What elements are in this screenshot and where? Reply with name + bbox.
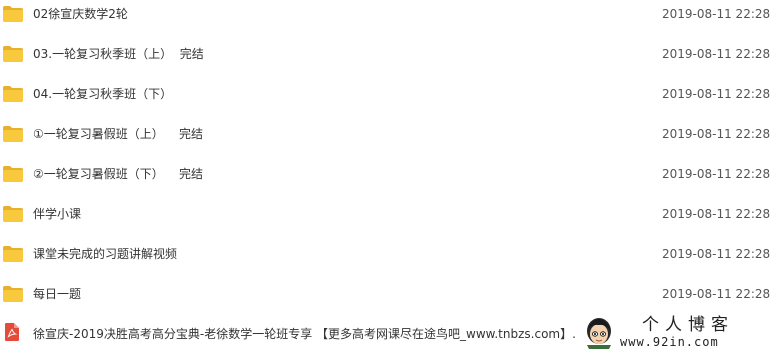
modified-date: 2019-08-11 22:28 [662, 207, 771, 221]
watermark-url: www.92in.com [620, 335, 719, 349]
file-row[interactable]: 04.一轮复习秋季班（下） 2019-08-11 22:28 [0, 80, 775, 120]
modified-date: 2019-08-11 22:28 [662, 167, 771, 181]
folder-icon [3, 86, 23, 102]
file-row[interactable]: ②一轮复习暑假班（下） 完结 2019-08-11 22:28 [0, 160, 775, 200]
folder-icon [3, 166, 23, 182]
pdf-icon [5, 323, 19, 341]
folder-icon [3, 126, 23, 142]
file-row[interactable]: 每日一题 2019-08-11 22:28 [0, 280, 775, 320]
file-name[interactable]: 课堂未完成的习题讲解视频 [33, 247, 177, 261]
file-name[interactable]: ①一轮复习暑假班（上） 完结 [33, 127, 203, 141]
cartoon-avatar-icon [587, 318, 611, 349]
file-name[interactable]: ②一轮复习暑假班（下） 完结 [33, 167, 203, 181]
folder-icon [3, 46, 23, 62]
modified-date: 2019-08-11 22:28 [662, 247, 771, 261]
modified-date: 2019-08-11 22:28 [662, 7, 771, 21]
watermark: 个人博客 www.92in.com [582, 315, 775, 354]
file-row[interactable]: 伴学小课 2019-08-11 22:28 [0, 200, 775, 240]
watermark-title: 个人博客 [642, 315, 734, 335]
file-row[interactable]: ①一轮复习暑假班（上） 完结 2019-08-11 22:28 [0, 120, 775, 160]
modified-date: 2019-08-11 22:28 [662, 87, 771, 101]
file-list: 02徐宣庆数学2轮 2019-08-11 22:28 03.一轮复习秋季班（上）… [0, 0, 775, 360]
modified-date: 2019-08-11 22:28 [662, 287, 771, 301]
file-row[interactable]: 02徐宣庆数学2轮 2019-08-11 22:28 [0, 0, 775, 40]
folder-icon [3, 246, 23, 262]
folder-icon [3, 206, 23, 222]
file-name[interactable]: 04.一轮复习秋季班（下） [33, 87, 172, 101]
modified-date: 2019-08-11 22:28 [662, 127, 771, 141]
file-name[interactable]: 02徐宣庆数学2轮 [33, 7, 128, 21]
file-name[interactable]: 03.一轮复习秋季班（上） 完结 [33, 47, 204, 61]
file-name[interactable]: 每日一题 [33, 287, 81, 301]
file-name[interactable]: 徐宣庆-2019决胜高考高分宝典-老徐数学一轮班专享 【更多高考网课尽在途鸟吧_… [33, 327, 576, 341]
folder-icon [3, 286, 23, 302]
file-name[interactable]: 伴学小课 [33, 207, 81, 221]
modified-date: 2019-08-11 22:28 [662, 47, 771, 61]
file-row[interactable]: 课堂未完成的习题讲解视频 2019-08-11 22:28 [0, 240, 775, 280]
folder-icon [3, 6, 23, 22]
file-row[interactable]: 03.一轮复习秋季班（上） 完结 2019-08-11 22:28 [0, 40, 775, 80]
